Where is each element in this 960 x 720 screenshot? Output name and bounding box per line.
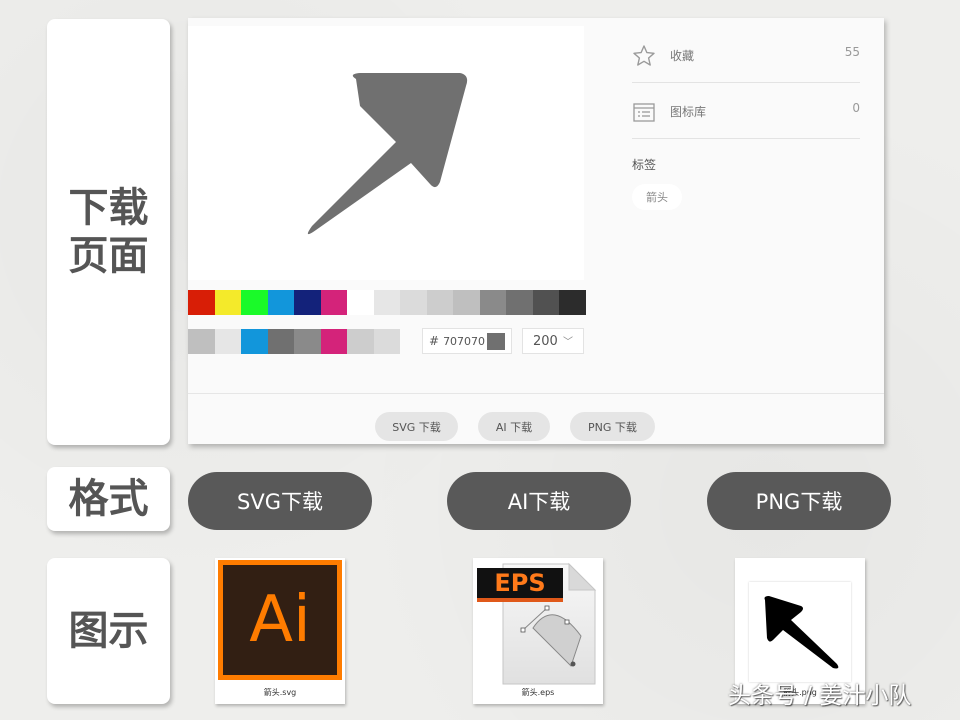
tags-title: 标签 — [632, 158, 657, 172]
ai-file-card: Ai 箭头.svg — [215, 558, 345, 704]
palette-row-2 — [188, 329, 400, 354]
svg-download-button[interactable]: SVG下载 — [188, 472, 372, 530]
favorites-count: 55 — [844, 45, 860, 59]
ai-logo-text: Ai — [249, 583, 311, 657]
color-swatch[interactable] — [532, 290, 559, 315]
color-swatch[interactable] — [479, 290, 506, 315]
current-color-swatch — [487, 333, 505, 350]
label-format: 格式 — [47, 467, 170, 531]
palette-row-1 — [188, 290, 586, 315]
color-swatch[interactable] — [426, 290, 453, 315]
tag-pill[interactable]: 箭头 — [632, 184, 682, 210]
color-swatch[interactable] — [506, 290, 533, 315]
color-swatch[interactable] — [267, 290, 294, 315]
color-swatch[interactable] — [453, 290, 480, 315]
color-swatch[interactable] — [373, 290, 400, 315]
color-swatch[interactable] — [347, 329, 374, 354]
label-download-page-line1: 下载 — [68, 185, 149, 231]
color-swatch[interactable] — [241, 329, 268, 354]
color-hex-input[interactable]: # 707070 — [422, 328, 512, 354]
size-select[interactable]: 200 ﹀ — [522, 328, 584, 354]
color-swatch[interactable] — [241, 290, 268, 315]
png-download-button-small[interactable]: PNG 下载 — [570, 412, 655, 441]
star-icon — [633, 45, 655, 66]
hash-symbol: # — [429, 334, 440, 348]
arrow-up-left-icon — [764, 596, 839, 669]
ai-file-name: 箭头.svg — [263, 688, 297, 697]
color-swatch[interactable] — [400, 290, 427, 315]
favorites-row[interactable]: 收藏 55 — [632, 26, 860, 83]
eps-file-card: EPS 箭头.eps — [473, 558, 603, 704]
color-swatch[interactable] — [347, 290, 374, 315]
color-swatch[interactable] — [267, 329, 294, 354]
ai-download-button-small[interactable]: AI 下载 — [478, 412, 550, 441]
icon-preview — [188, 26, 584, 280]
color-swatch[interactable] — [294, 290, 321, 315]
label-download-page: 下载 页面 — [47, 19, 170, 445]
label-format-text: 格式 — [68, 476, 149, 522]
hex-value: 707070 — [443, 334, 486, 348]
library-label: 图标库 — [670, 105, 707, 119]
color-swatch[interactable] — [188, 329, 215, 354]
color-swatch[interactable] — [294, 329, 321, 354]
arrow-up-right-icon — [307, 73, 468, 235]
chevron-down-icon: ﹀ — [563, 337, 573, 348]
color-swatch[interactable] — [188, 290, 215, 315]
eps-badge: EPS — [477, 568, 563, 602]
color-swatch[interactable] — [373, 329, 400, 354]
color-swatch[interactable] — [214, 290, 241, 315]
ai-download-button[interactable]: AI下载 — [447, 472, 631, 530]
library-row[interactable]: 图标库 0 — [632, 82, 860, 139]
png-download-button[interactable]: PNG下载 — [707, 472, 891, 530]
download-page-panel: # 707070 200 ﹀ 收藏 55 图标库 0 标签 箭头 SVG 下载 … — [188, 18, 884, 444]
svg-download-button-small[interactable]: SVG 下载 — [375, 412, 458, 441]
color-swatch[interactable] — [559, 290, 586, 315]
library-icon — [633, 103, 655, 122]
size-value: 200 — [533, 333, 558, 349]
label-download-page-line2: 页面 — [68, 233, 149, 279]
library-count: 0 — [852, 101, 860, 115]
eps-badge-text: EPS — [494, 569, 546, 597]
label-illustration: 图示 — [47, 558, 170, 704]
color-swatch[interactable] — [320, 329, 347, 354]
eps-file-name: 箭头.eps — [521, 688, 555, 697]
color-swatch[interactable] — [214, 329, 241, 354]
color-swatch[interactable] — [320, 290, 347, 315]
png-file-icon — [749, 582, 851, 682]
ai-file-icon: Ai — [218, 560, 342, 680]
label-illustration-text: 图示 — [68, 608, 149, 654]
panel-divider — [188, 393, 884, 394]
watermark: 头条号 / 姜汁小队 — [728, 683, 912, 709]
favorites-label: 收藏 — [670, 49, 695, 63]
